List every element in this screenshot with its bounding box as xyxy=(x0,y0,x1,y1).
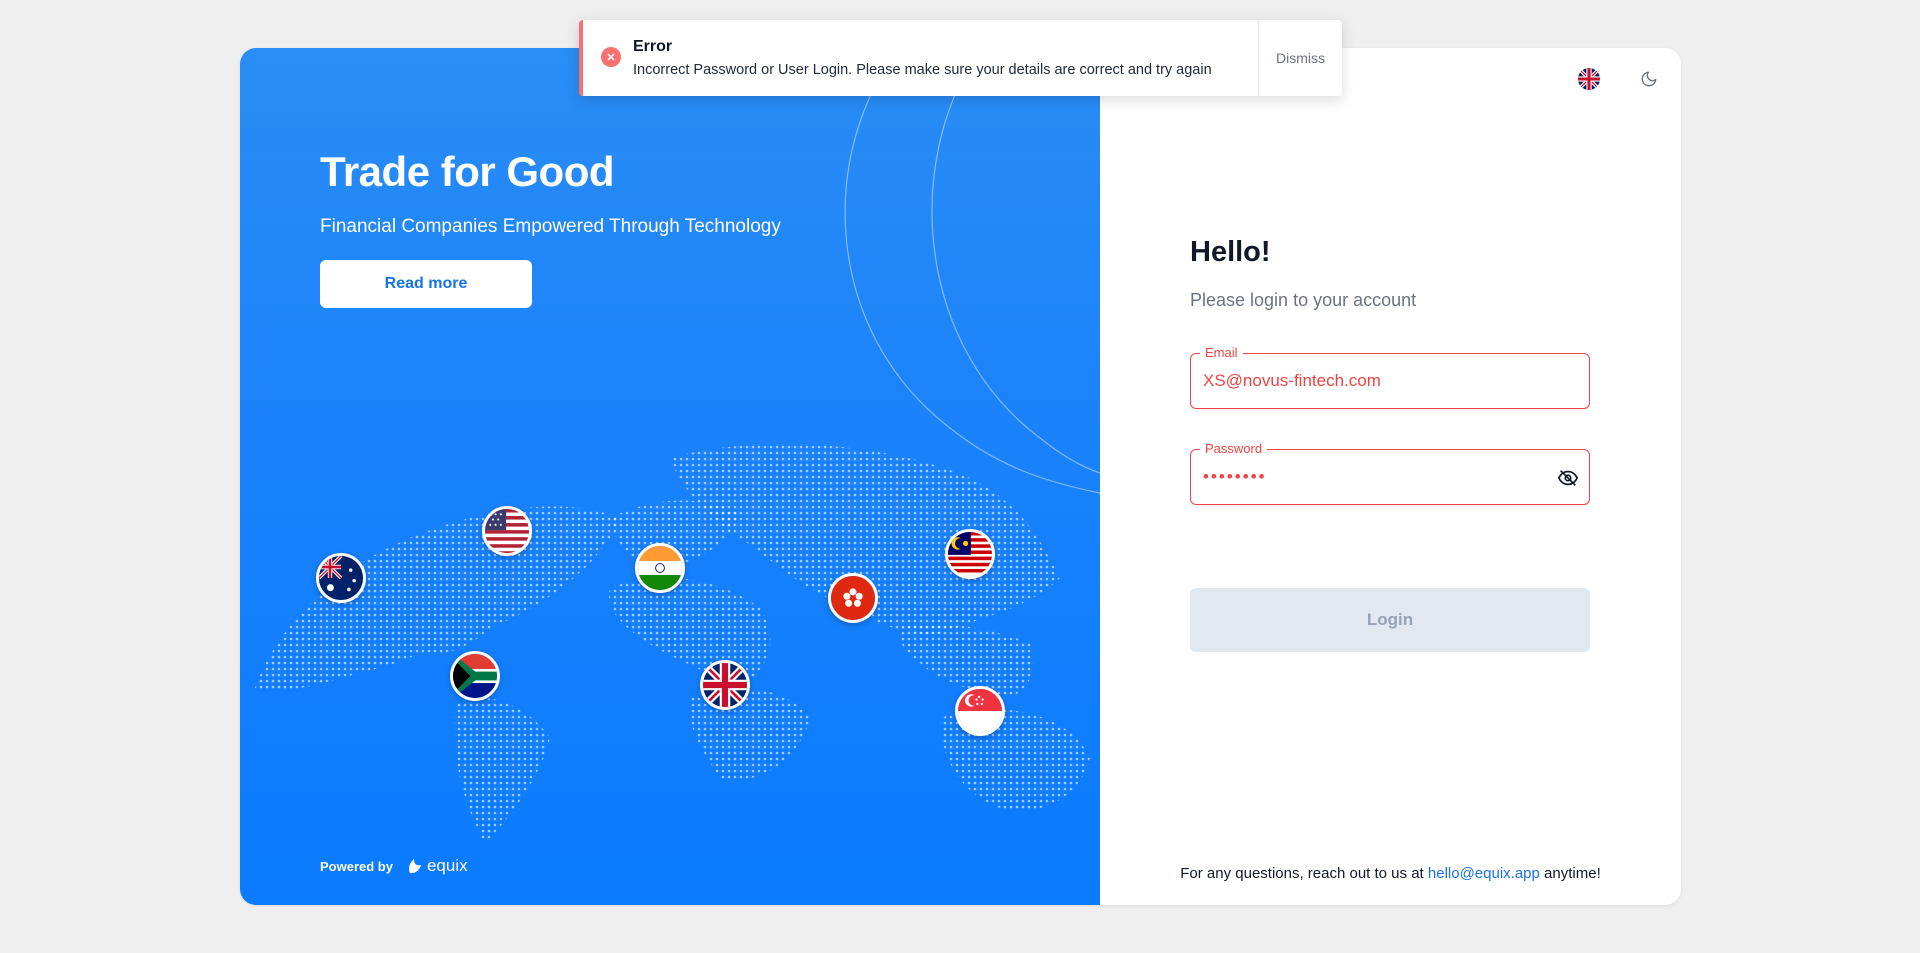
brand-name: equix xyxy=(426,856,468,875)
language-selector-uk-flag-icon[interactable] xyxy=(1578,68,1600,90)
equix-logo-icon xyxy=(409,859,421,874)
eye-off-icon[interactable] xyxy=(1557,467,1579,489)
login-card: Trade for Good Financial Companies Empow… xyxy=(240,48,1681,905)
powered-by: Powered by equix xyxy=(320,856,468,876)
hero-title: Trade for Good xyxy=(320,148,615,195)
greeting: Hello! xyxy=(1190,236,1271,268)
support-note-suffix: anytime! xyxy=(1544,865,1601,882)
toast-body: Error Incorrect Password or User Login. … xyxy=(633,20,1258,96)
flag-singapore-icon xyxy=(955,686,1005,736)
support-note: For any questions, reach out to us at he… xyxy=(1100,865,1681,882)
read-more-button[interactable]: Read more xyxy=(320,260,532,308)
error-x-icon xyxy=(601,47,621,67)
login-subtitle: Please login to your account xyxy=(1190,290,1417,310)
support-email-link[interactable]: hello@equix.app xyxy=(1428,865,1540,882)
equix-logo: equix xyxy=(407,856,468,876)
hero-panel: Trade for Good Financial Companies Empow… xyxy=(240,48,1100,905)
flag-india-icon xyxy=(635,543,685,593)
flag-united-states-icon xyxy=(482,506,532,556)
email-input[interactable] xyxy=(1203,354,1563,408)
flag-hong-kong-icon xyxy=(828,573,878,623)
login-panel: Hello! Please login to your account Emai… xyxy=(1100,48,1681,905)
dotted-world-map xyxy=(255,444,1090,843)
error-toast: Error Incorrect Password or User Login. … xyxy=(579,20,1342,96)
flag-united-kingdom-icon xyxy=(700,660,750,710)
toast-title: Error xyxy=(633,38,673,55)
toast-message: Incorrect Password or User Login. Please… xyxy=(633,62,1212,78)
hero-subtitle: Financial Companies Empowered Through Te… xyxy=(320,216,781,237)
flag-malaysia-icon xyxy=(945,529,995,579)
email-field: Email xyxy=(1190,345,1590,409)
flag-australia-icon xyxy=(316,553,366,603)
flag-south-africa-icon xyxy=(450,651,500,701)
dismiss-button[interactable]: Dismiss xyxy=(1258,20,1342,96)
login-button[interactable]: Login xyxy=(1190,588,1590,652)
password-input[interactable] xyxy=(1203,450,1563,504)
toast-accent-bar xyxy=(579,20,583,96)
password-field: Password xyxy=(1190,441,1590,505)
moon-icon[interactable] xyxy=(1638,68,1660,90)
support-note-prefix: For any questions, reach out to us at xyxy=(1180,865,1424,882)
powered-by-label: Powered by xyxy=(320,858,393,874)
